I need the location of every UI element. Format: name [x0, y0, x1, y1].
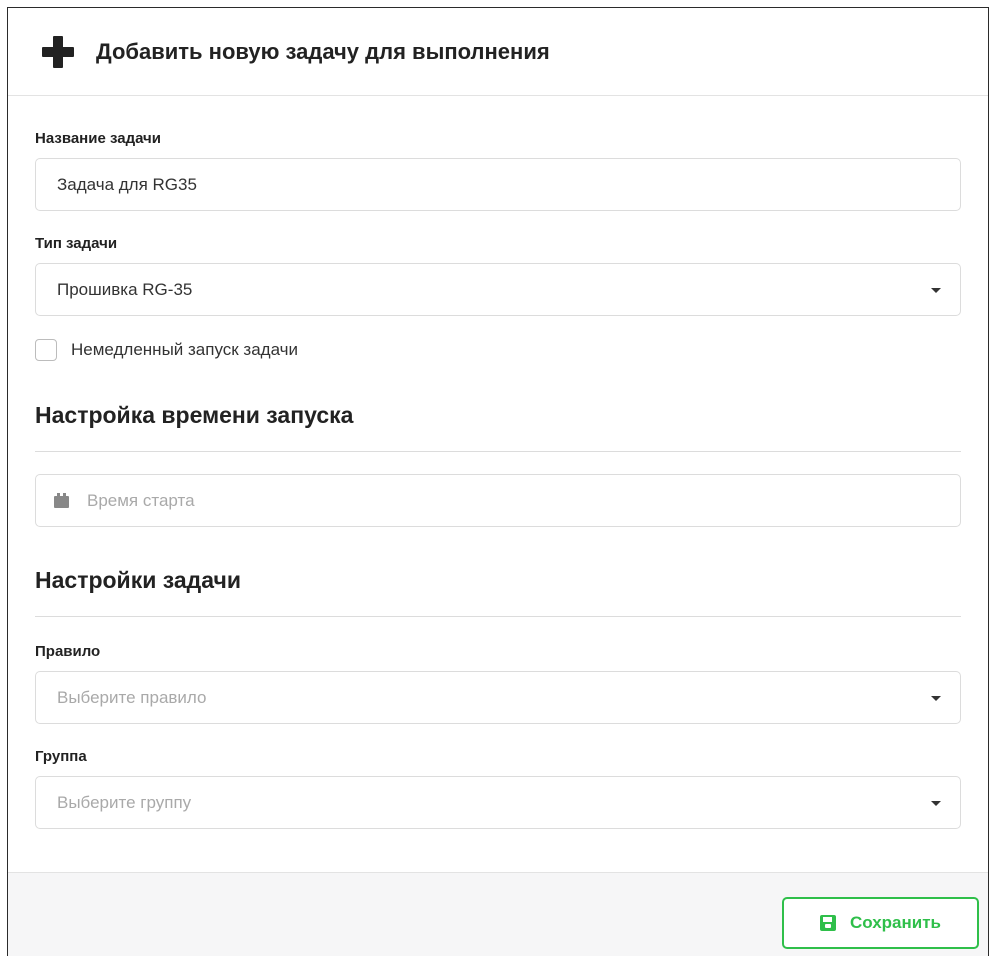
- modal-footer: Сохранить: [8, 872, 988, 956]
- group-label: Группа: [35, 748, 87, 765]
- task-name-input[interactable]: Задача для RG35: [35, 158, 961, 211]
- task-type-value: Прошивка RG-35: [57, 279, 193, 299]
- save-button-label: Сохранить: [849, 913, 942, 932]
- task-type-select[interactable]: Прошивка RG-35: [35, 263, 961, 316]
- chevron-down-icon: [931, 696, 941, 701]
- save-icon: [819, 915, 836, 931]
- immediate-start-label[interactable]: Немедленный запуск задачи: [71, 340, 298, 360]
- chevron-down-icon: [931, 801, 941, 806]
- save-button[interactable]: Сохранить: [782, 897, 979, 949]
- chevron-down-icon: [931, 288, 941, 293]
- rule-select[interactable]: Выберите правило: [35, 671, 961, 724]
- schedule-section-title: Настройка времени запуска: [35, 402, 961, 452]
- plus-icon: [40, 34, 76, 70]
- task-name-label: Название задачи: [35, 130, 161, 147]
- rule-placeholder: Выберите правило: [57, 687, 207, 707]
- start-time-placeholder: Время старта: [87, 490, 195, 510]
- add-task-modal: Добавить новую задачу для выполнения Наз…: [7, 7, 989, 956]
- rule-label: Правило: [35, 643, 101, 660]
- group-select[interactable]: Выберите группу: [35, 776, 961, 829]
- task-name-value: Задача для RG35: [57, 174, 197, 194]
- modal-body: Название задачи Задача для RG35 Тип зада…: [8, 130, 988, 829]
- group-placeholder: Выберите группу: [57, 792, 192, 812]
- task-type-label: Тип задачи: [35, 235, 118, 252]
- immediate-start-row: Немедленный запуск задачи: [35, 338, 961, 362]
- calendar-icon: [54, 493, 69, 508]
- immediate-start-checkbox[interactable]: [35, 339, 57, 361]
- start-time-input[interactable]: Время старта: [35, 474, 961, 527]
- modal-header: Добавить новую задачу для выполнения: [8, 8, 988, 96]
- modal-title: Добавить новую задачу для выполнения: [96, 38, 550, 64]
- settings-section-title: Настройки задачи: [35, 567, 961, 617]
